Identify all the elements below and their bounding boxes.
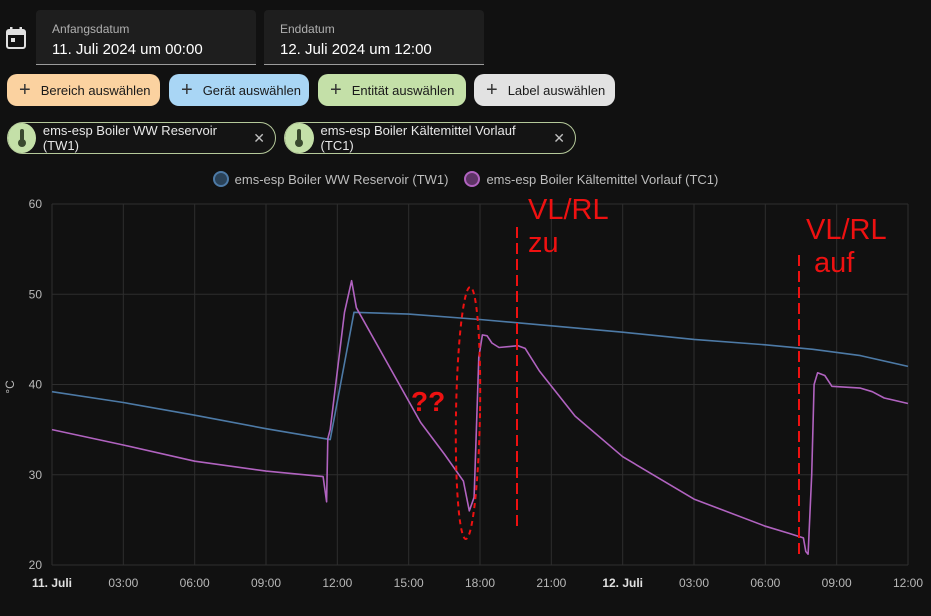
y-tick-label: 30: [29, 468, 43, 482]
x-tick-label: 03:00: [679, 576, 709, 590]
x-tick-label: 09:00: [822, 576, 852, 590]
chart-grid: [51, 203, 909, 566]
chart-legend: ems-esp Boiler WW Reservoir (TW1) ems-es…: [0, 171, 931, 187]
end-date-label: Enddatum: [280, 22, 335, 36]
choose-area-button[interactable]: + Bereich auswählen: [7, 74, 160, 106]
annotation-vlrl-auf: VL/RL auf: [806, 216, 887, 278]
x-tick-label: 11. Juli: [32, 576, 72, 590]
annotation-question: ??: [411, 386, 446, 417]
x-tick-label: 09:00: [251, 576, 281, 590]
choose-label-label: Label auswählen: [507, 82, 606, 98]
x-tick-label: 15:00: [394, 576, 424, 590]
entity-chip-tw1[interactable]: ems-esp Boiler WW Reservoir (TW1) ✕: [7, 122, 276, 154]
annotation-text: VL/RL: [806, 214, 887, 246]
annotation-text: auf: [814, 247, 855, 279]
x-tick-label: 12:00: [893, 576, 923, 590]
x-tick-label: 03:00: [108, 576, 138, 590]
x-tick-label: 18:00: [465, 576, 495, 590]
annotation-text: zu: [528, 227, 559, 259]
legend-item-tw1[interactable]: ems-esp Boiler WW Reservoir (TW1): [212, 171, 449, 187]
end-date-field[interactable]: Enddatum 12. Juli 2024 um 12:00: [264, 10, 484, 65]
start-date-value: 11. Juli 2024 um 00:00: [52, 41, 203, 58]
choose-entity-button[interactable]: + Entität auswählen: [318, 74, 466, 106]
plus-icon: +: [486, 79, 498, 101]
calendar-icon[interactable]: [6, 27, 26, 49]
legend-label: ems-esp Boiler WW Reservoir (TW1): [234, 171, 449, 187]
y-tick-label: 50: [29, 287, 43, 301]
end-date-value: 12. Juli 2024 um 12:00: [280, 41, 432, 58]
entity-chip-label: ems-esp Boiler WW Reservoir (TW1): [42, 123, 217, 153]
choose-device-label: Gerät auswählen: [202, 82, 301, 98]
choose-area-label: Bereich auswählen: [40, 82, 151, 98]
annotation-text: VL/RL: [528, 194, 609, 226]
x-tick-label: 06:00: [750, 576, 780, 590]
choose-device-button[interactable]: + Gerät auswählen: [169, 74, 309, 106]
y-axis-ticks: 20 30 40 50 60: [29, 197, 43, 572]
thermometer-icon: [285, 123, 314, 153]
close-icon[interactable]: ✕: [253, 130, 265, 147]
x-tick-label: 12. Juli: [602, 576, 643, 590]
choose-label-button[interactable]: + Label auswählen: [474, 74, 615, 106]
thermometer-icon: [8, 123, 36, 153]
x-tick-label: 21:00: [536, 576, 566, 590]
legend-label: ems-esp Boiler Kältemittel Vorlauf (TC1): [486, 171, 719, 187]
annotation-marks: [454, 227, 800, 554]
legend-swatch: [212, 171, 229, 187]
plus-icon: +: [330, 79, 342, 101]
y-axis-label: °C: [3, 380, 17, 394]
start-date-field[interactable]: Anfangsdatum 11. Juli 2024 um 00:00: [36, 10, 256, 65]
choose-entity-label: Entität auswählen: [351, 82, 455, 98]
start-date-label: Anfangsdatum: [52, 22, 130, 36]
y-tick-label: 60: [29, 197, 43, 211]
y-tick-label: 20: [29, 558, 43, 572]
plus-icon: +: [19, 79, 31, 101]
entity-chip-tc1[interactable]: ems-esp Boiler Kältemittel Vorlauf (TC1)…: [284, 122, 576, 154]
entity-chip-label: ems-esp Boiler Kältemittel Vorlauf (TC1): [320, 123, 516, 153]
history-chart: 2030405060 11. Juli 03:00 06:00 09:00 12:00 1…: [3, 197, 923, 590]
legend-swatch: [464, 171, 481, 187]
annotation-vlrl-zu: VL/RL zu: [528, 196, 609, 258]
y-tick-label: 40: [29, 378, 43, 392]
x-tick-label: 12:00: [322, 576, 352, 590]
close-icon[interactable]: ✕: [553, 130, 565, 147]
x-axis-ticks: 11. Juli 03:00 06:00 09:00 12:00 15:00 18:00 21…: [32, 576, 923, 590]
plus-icon: +: [181, 79, 193, 101]
x-tick-label: 06:00: [180, 576, 210, 590]
legend-item-tc1[interactable]: ems-esp Boiler Kältemittel Vorlauf (TC1): [464, 171, 718, 187]
